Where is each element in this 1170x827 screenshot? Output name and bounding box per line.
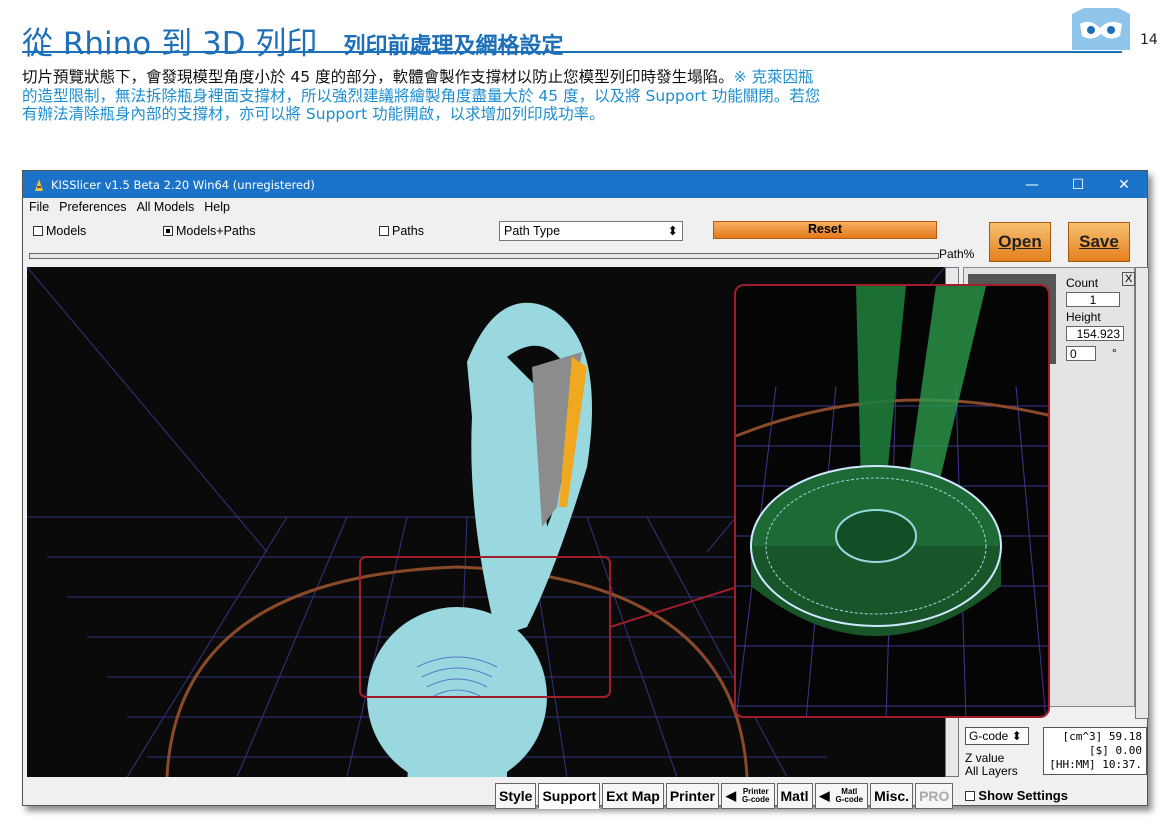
models-label: Models <box>46 224 87 238</box>
count-stepper[interactable]: 1 <box>1066 292 1120 307</box>
menu-preferences[interactable]: Preferences <box>59 200 126 214</box>
models-paths-label: Models+Paths <box>176 224 256 238</box>
show-settings-label: Show Settings <box>978 788 1068 803</box>
paths-label: Paths <box>392 224 424 238</box>
z-value-label: Z value <box>965 751 1005 765</box>
models-paths-radio[interactable]: Models+Paths <box>163 224 256 238</box>
header: 從 Rhino 到 3D 列印 列印前處理及網格設定 <box>22 18 563 63</box>
settings-tabs: Style Support Ext Map Printer ◀ Printer G-… <box>495 783 1068 809</box>
show-settings-toggle[interactable]: Show Settings <box>965 788 1068 803</box>
save-button[interactable]: Save <box>1068 222 1130 262</box>
menu-help[interactable]: Help <box>204 200 230 214</box>
title-bar: KISSlicer v1.5 Beta 2.20 Win64 (unregist… <box>23 171 1147 198</box>
page-subtitle: 列印前處理及網格設定 <box>343 34 564 59</box>
window-title: KISSlicer v1.5 Beta 2.20 Win64 (unregist… <box>51 177 315 192</box>
kisslicer-app-icon <box>35 178 43 191</box>
page-number: 14 <box>1140 32 1158 48</box>
path-type-select[interactable]: Path Type ⬍ <box>499 221 683 241</box>
header-rule <box>22 51 1122 53</box>
close-model-button[interactable]: X <box>1122 272 1136 286</box>
angle-field[interactable]: 0 <box>1066 346 1096 361</box>
path-percent-label: Path% <box>939 247 975 261</box>
zoom-detail-scene <box>736 286 1048 716</box>
models-checkbox[interactable] <box>33 226 43 236</box>
path-type-label: Path Type <box>504 224 561 238</box>
matl-gcode-line2: G-code <box>835 795 864 804</box>
models-radio[interactable]: Models <box>33 224 86 238</box>
owl-logo-icon <box>1072 8 1130 50</box>
tab-misc[interactable]: Misc. <box>870 783 914 809</box>
models-paths-checkbox[interactable] <box>163 226 173 236</box>
tab-matl[interactable]: Matl <box>776 783 813 809</box>
all-layers-label: All Layers <box>965 764 1018 778</box>
reset-button[interactable]: Reset <box>713 221 937 239</box>
minimize-button[interactable]: — <box>1009 177 1055 193</box>
printer-gcode-line2: G-code <box>741 795 770 804</box>
tab-matl-gcode[interactable]: ◀ Matl G-code <box>814 783 869 809</box>
menu-bar: File Preferences All Models Help <box>23 198 1147 215</box>
gcode-select-label: G-code <box>969 729 1009 743</box>
gcode-select[interactable]: G-code ⬍ <box>965 727 1029 745</box>
stat-time: [HH:MM] 10:37. <box>1049 758 1142 771</box>
page-title: 從 Rhino 到 3D 列印 <box>22 26 318 62</box>
menu-file[interactable]: File <box>29 200 49 214</box>
stat-volume: [cm^3] 59.18 <box>1062 730 1142 743</box>
tab-ext-map[interactable]: Ext Map <box>602 783 664 809</box>
arrow-left-icon: ◀ <box>819 788 830 803</box>
degree-label: ° <box>1112 346 1117 360</box>
close-button[interactable]: ✕ <box>1101 177 1147 193</box>
tab-pro: PRO <box>915 783 954 809</box>
zoom-callout <box>734 284 1050 718</box>
maximize-button[interactable]: ☐ <box>1055 177 1101 193</box>
page: 從 Rhino 到 3D 列印 列印前處理及網格設定 14 切片預覽狀態下，會發… <box>0 0 1170 827</box>
tab-support[interactable]: Support <box>538 783 601 809</box>
height-label: Height <box>1066 310 1101 324</box>
print-stats: [cm^3] 59.18 [$] 0.00 [HH:MM] 10:37. <box>1043 727 1147 775</box>
tab-style[interactable]: Style <box>495 783 537 809</box>
open-button[interactable]: Open <box>989 222 1051 262</box>
paths-radio[interactable]: Paths <box>379 224 424 238</box>
stat-cost: [$] 0.00 <box>1089 744 1142 757</box>
path-percent-slider[interactable] <box>29 253 939 259</box>
height-field[interactable]: 154.923 <box>1066 326 1124 341</box>
show-settings-checkbox[interactable] <box>965 790 976 801</box>
body-paragraph: 切片預覽狀態下，會發現模型角度小於 45 度的部分，軟體會製作支撐材以防止您模型… <box>22 68 822 124</box>
spinner-icon: ⬍ <box>667 224 678 238</box>
paragraph-text: 切片預覽狀態下，會發現模型角度小於 45 度的部分，軟體會製作支撐材以防止您模型… <box>22 68 734 86</box>
paths-checkbox[interactable] <box>379 226 389 236</box>
settings-scrollbar[interactable] <box>1135 267 1149 719</box>
tab-printer[interactable]: Printer <box>665 783 719 809</box>
arrow-left-icon: ◀ <box>725 788 736 803</box>
count-label: Count <box>1066 276 1099 290</box>
menu-all-models[interactable]: All Models <box>137 200 195 214</box>
tab-printer-gcode[interactable]: ◀ Printer G-code <box>720 783 775 809</box>
